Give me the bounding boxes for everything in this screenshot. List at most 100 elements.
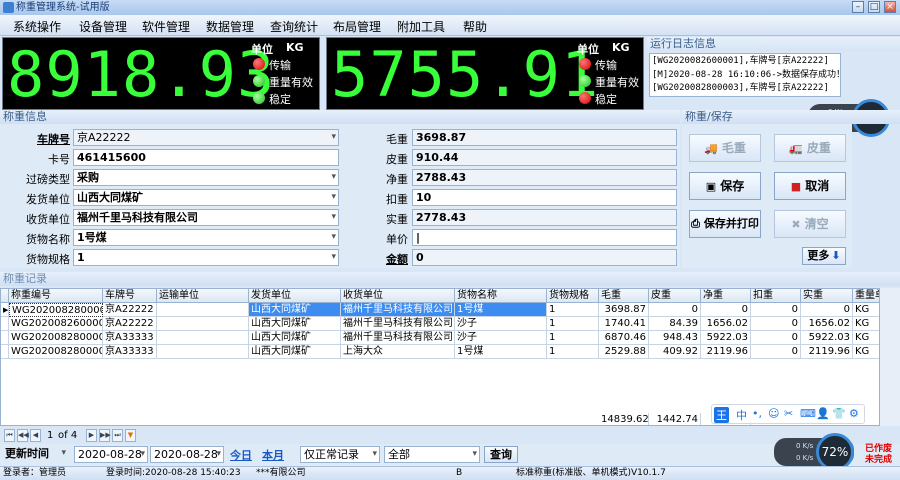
table-cell[interactable]: 山西大同煤矿 (249, 345, 341, 359)
col-header[interactable]: 毛重 (599, 289, 649, 303)
next-icon[interactable]: ▶ (86, 429, 97, 442)
maximize-button[interactable]: □ (868, 1, 880, 13)
date-from-picker[interactable]: 2020-08-28 ▾ (74, 446, 148, 463)
table-cell[interactable]: 1号煤 (455, 303, 547, 317)
table-cell[interactable] (157, 317, 249, 331)
date-field-select[interactable]: 更新时间 ▾ (2, 446, 68, 463)
col-header[interactable]: 发货单位 (249, 289, 341, 303)
more-button[interactable]: 更多 ⬇ (802, 247, 846, 265)
col-header[interactable]: 称重编号 (9, 289, 103, 303)
ime-emoji-icon[interactable]: ☺ (768, 407, 779, 420)
prev-icon[interactable]: ◀ (30, 429, 41, 442)
menu-layout[interactable]: 布局管理 (333, 18, 381, 35)
table-cell[interactable]: 1 (547, 303, 599, 317)
table-cell[interactable]: KG (853, 303, 879, 317)
col-header[interactable]: 实重 (801, 289, 853, 303)
col-header[interactable]: 净重 (701, 289, 751, 303)
clear-button[interactable]: ✖ 清空 (774, 210, 846, 238)
table-cell[interactable]: 福州千里马科技有限公司 (341, 317, 455, 331)
menu-device[interactable]: 设备管理 (79, 18, 127, 35)
table-row[interactable]: WG2020082800001 京A33333 山西大同煤矿 上海大众 1号煤 1 2529… (1, 345, 879, 359)
table-cell[interactable]: 山西大同煤矿 (249, 317, 341, 331)
ime-settings-icon[interactable]: ⚙ (849, 407, 859, 420)
table-cell[interactable]: 0 (649, 303, 701, 317)
table-cell[interactable]: 5922.03 (701, 331, 751, 345)
ime-keyboard-icon[interactable]: ⌨ (800, 407, 816, 420)
table-cell[interactable]: 84.39 (649, 317, 701, 331)
col-header[interactable]: 收货单位 (341, 289, 455, 303)
table-row[interactable]: ▶ WG2020082800003 京A22222 山西大同煤矿 福州千里马科技有限公司… (1, 303, 879, 317)
tare-button[interactable]: 🚛 皮重 (774, 134, 846, 162)
table-cell[interactable]: 6870.46 (599, 331, 649, 345)
month-link[interactable]: 本月 (262, 447, 284, 463)
table-cell[interactable]: 0 (751, 331, 801, 345)
receiver-select[interactable]: 福州千里马科技有限公司 ▾ (73, 209, 339, 226)
minimize-button[interactable]: – (852, 1, 864, 13)
col-header[interactable]: 货物规格 (547, 289, 599, 303)
log-box[interactable]: [WG2020082600001],车牌号[京A22222] [M]2020-0… (649, 53, 841, 97)
table-cell[interactable]: 福州千里马科技有限公司 (341, 303, 455, 317)
table-cell[interactable]: 0 (701, 303, 751, 317)
scope-select[interactable]: 全部 ▾ (384, 446, 480, 463)
col-header[interactable]: 车牌号 (103, 289, 157, 303)
table-cell[interactable]: 京A22222 (103, 303, 157, 317)
ime-scissors-icon[interactable]: ✂ (784, 407, 793, 420)
col-header[interactable]: 扣重 (751, 289, 801, 303)
query-button[interactable]: 查询 (484, 446, 518, 463)
table-cell[interactable]: 0 (751, 345, 801, 359)
table-cell[interactable]: WG2020082800001 (9, 345, 103, 359)
cancel-button[interactable]: ■ 取消 (774, 172, 846, 200)
menu-system[interactable]: 系统操作 (13, 18, 61, 35)
col-header[interactable]: 货物名称 (455, 289, 547, 303)
ime-user-icon[interactable]: 👤 (816, 407, 830, 420)
ime-punct-icon[interactable]: •, (752, 407, 762, 420)
table-row[interactable]: WG2020082800002 京A33333 山西大同煤矿 福州千里马科技有限公司沙… (1, 331, 879, 345)
save-print-button[interactable]: ⎙ 保存并打印 (689, 210, 761, 238)
close-button[interactable]: × (884, 1, 896, 13)
prev-page-icon[interactable]: ◀◀ (17, 429, 29, 442)
goods-select[interactable]: 1号煤 ▾ (73, 229, 339, 246)
table-cell[interactable]: WG2020082600001 (9, 317, 103, 331)
ime-chinese-icon[interactable]: 中 (736, 407, 747, 423)
filter-icon[interactable]: ▼ (125, 429, 136, 442)
table-cell[interactable] (157, 345, 249, 359)
table-cell[interactable]: 沙子 (455, 331, 547, 345)
table-cell[interactable]: KG (853, 317, 879, 331)
table-cell[interactable]: 0 (801, 303, 853, 317)
table-cell[interactable]: 山西大同煤矿 (249, 303, 341, 317)
menu-tools[interactable]: 附加工具 (397, 18, 445, 35)
record-type-select[interactable]: 仅正常记录 ▾ (300, 446, 380, 463)
page-number[interactable]: 1 (47, 430, 53, 441)
table-cell[interactable]: 2119.96 (801, 345, 853, 359)
ime-toolbar[interactable]: 王 中 •, ☺ ✂ ⌨ 👤 👕 ⚙ (711, 404, 865, 424)
menu-help[interactable]: 帮助 (463, 18, 487, 35)
col-header[interactable]: 重量单位 (853, 289, 879, 303)
table-cell[interactable]: 1656.02 (801, 317, 853, 331)
table-cell[interactable]: 948.43 (649, 331, 701, 345)
table-cell[interactable]: 上海大众 (341, 345, 455, 359)
gross-button[interactable]: 🚚 毛重 (689, 134, 761, 162)
table-cell[interactable]: 1740.41 (599, 317, 649, 331)
menu-query[interactable]: 查询统计 (270, 18, 318, 35)
today-link[interactable]: 今日 (230, 447, 252, 463)
first-page-icon[interactable]: ⏮ (4, 429, 15, 442)
table-cell[interactable]: 0 (751, 303, 801, 317)
menu-software[interactable]: 软件管理 (142, 18, 190, 35)
table-cell[interactable]: 5922.03 (801, 331, 853, 345)
table-row[interactable]: WG2020082600001 京A22222 山西大同煤矿 福州千里马科技有限公司沙… (1, 317, 879, 331)
table-cell[interactable]: KG (853, 345, 879, 359)
table-cell[interactable]: 409.92 (649, 345, 701, 359)
last-page-icon[interactable]: ⏭ (112, 429, 123, 442)
spec-select[interactable]: 1 ▾ (73, 249, 339, 266)
table-cell[interactable]: 2119.96 (701, 345, 751, 359)
ime-logo-icon[interactable]: 王 (714, 407, 729, 423)
type-select[interactable]: 采购 ▾ (73, 169, 339, 186)
table-cell[interactable] (157, 303, 249, 317)
table-cell[interactable]: 山西大同煤矿 (249, 331, 341, 345)
save-button[interactable]: ▣ 保存 (689, 172, 761, 200)
table-cell[interactable]: 沙子 (455, 317, 547, 331)
grid-scrollbar[interactable] (880, 288, 900, 426)
price-input[interactable]: | (412, 229, 677, 246)
table-cell[interactable]: 0 (751, 317, 801, 331)
table-cell[interactable]: 2529.88 (599, 345, 649, 359)
